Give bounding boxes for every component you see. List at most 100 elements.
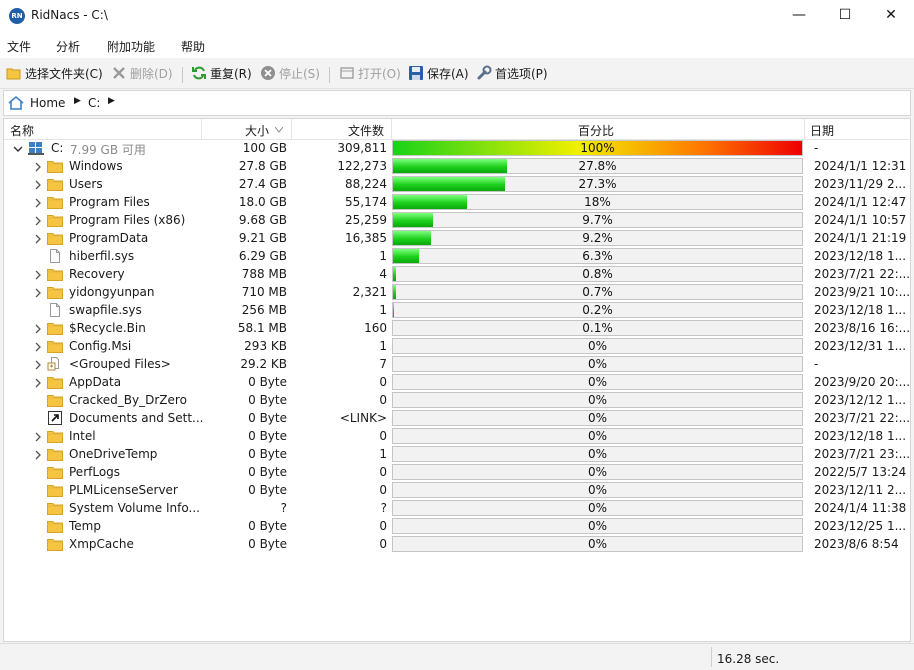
expand-chevron-icon[interactable] [33, 179, 43, 190]
tree-row[interactable]: Documents and Sett... 0 Byte <LINK> 0% 2023/… [4, 409, 910, 427]
options-button[interactable]: 首选项(P) [476, 65, 548, 83]
percent-label: 100% [580, 141, 615, 155]
column-divider[interactable] [804, 119, 805, 139]
tree-row[interactable]: Cracked_By_DrZero 0 Byte 0 0% 2023/12/12 1..… [4, 391, 910, 409]
percent-label: 18% [584, 195, 611, 209]
breadcrumb-chevron-icon[interactable]: ▶ [74, 96, 81, 106]
item-size: 710 MB [241, 285, 287, 299]
column-size[interactable]: 大小 [245, 122, 269, 139]
breadcrumb-drive[interactable]: C: [88, 96, 100, 110]
tree-row[interactable]: AppData 0 Byte 0 0% 2023/9/20 20:... [4, 373, 910, 391]
folder-icon [47, 267, 63, 281]
tree-row[interactable]: XmpCache 0 Byte 0 0% 2023/8/6 8:54 [4, 535, 910, 553]
delete-label: 删除(D) [130, 67, 173, 81]
percent-bar: 0% [392, 446, 803, 462]
expand-chevron-icon[interactable] [33, 161, 43, 172]
minimize-button[interactable]: — [776, 0, 822, 32]
column-percent[interactable]: 百分比 [578, 122, 614, 139]
delete-x-icon [113, 67, 125, 79]
address-bar[interactable]: Home ▶ C: ▶ [3, 90, 911, 116]
folder-icon [47, 483, 63, 497]
column-divider[interactable] [201, 119, 202, 139]
toolbar-separator [329, 67, 330, 83]
folder-icon [47, 375, 63, 389]
tree-row[interactable]: Temp 0 Byte 0 0% 2023/12/25 1... [4, 517, 910, 535]
tree-row[interactable]: PLMLicenseServer 0 Byte 0 0% 2023/12/11 2... [4, 481, 910, 499]
tree-row[interactable]: Windows 27.8 GB 122,273 27.8% 2024/1/1 12:31 [4, 157, 910, 175]
item-size: 100 GB [242, 141, 287, 155]
item-file-count: 88,224 [345, 177, 387, 191]
expand-chevron-icon[interactable] [33, 341, 43, 352]
tree-row[interactable]: hiberfil.sys 6.29 GB 1 6.3% 2023/12/18 1... [4, 247, 910, 265]
menu-file[interactable]: 文件 [7, 38, 31, 55]
save-button[interactable]: 保存(A) [408, 65, 469, 83]
maximize-button[interactable]: ☐ [822, 0, 868, 32]
percent-label: 0% [587, 393, 608, 407]
expand-chevron-icon[interactable] [33, 359, 43, 370]
expand-chevron-icon[interactable] [33, 197, 43, 208]
column-date[interactable]: 日期 [810, 122, 834, 139]
expand-chevron-icon[interactable] [33, 287, 43, 298]
column-divider[interactable] [291, 119, 292, 139]
tree-row[interactable]: Recovery 788 MB 4 0.8% 2023/7/21 22:... [4, 265, 910, 283]
item-name: System Volume Info... [69, 501, 200, 515]
tree-row[interactable]: Program Files (x86) 9.68 GB 25,259 9.7% 2024… [4, 211, 910, 229]
menu-addons[interactable]: 附加功能 [107, 38, 155, 55]
home-icon[interactable] [8, 95, 24, 111]
item-file-count: 0 [379, 537, 387, 551]
toolbar-separator [182, 67, 183, 83]
tree-row[interactable]: Intel 0 Byte 0 0% 2023/12/18 1... [4, 427, 910, 445]
stop-button[interactable]: 停止(S) [260, 65, 320, 83]
item-file-count: 2,321 [352, 285, 387, 299]
item-file-count: 0 [379, 483, 387, 497]
item-name: <Grouped Files> [69, 357, 171, 371]
delete-button[interactable]: 删除(D) [111, 65, 173, 83]
item-size: 0 Byte [248, 519, 287, 533]
expand-chevron-icon[interactable] [33, 233, 43, 244]
options-label: 首选项(P) [495, 67, 548, 81]
tree-row-root[interactable]: C: 7.99 GB 可用 100 GB 309,811 100% - [4, 139, 910, 157]
drive-free-space: 7.99 GB 可用 [70, 143, 146, 157]
folder-icon [47, 231, 63, 245]
item-size: 27.4 GB [238, 177, 287, 191]
expand-chevron-icon[interactable] [33, 377, 43, 388]
item-file-count: 0 [379, 429, 387, 443]
menu-bar: 文件 分析 附加功能 帮助 [0, 32, 914, 58]
tree-row[interactable]: swapfile.sys 256 MB 1 0.2% 2023/12/18 1... [4, 301, 910, 319]
tree-row[interactable]: $Recycle.Bin 58.1 MB 160 0.1% 2023/8/16 16:.… [4, 319, 910, 337]
tree-row[interactable]: <Grouped Files> 29.2 KB 7 0% - [4, 355, 910, 373]
menu-help[interactable]: 帮助 [181, 38, 205, 55]
expand-chevron-icon[interactable] [33, 449, 43, 460]
close-button[interactable]: ✕ [868, 0, 914, 32]
file-tree-list[interactable]: 名称 大小 文件数 百分比 日期 C: 7.99 GB 可用 100 GB 309,8… [3, 118, 911, 642]
expand-chevron-icon[interactable] [33, 431, 43, 442]
breadcrumb-home[interactable]: Home [30, 96, 65, 110]
open-button[interactable]: 打开(O) [339, 65, 401, 83]
tree-row[interactable]: Users 27.4 GB 88,224 27.3% 2023/11/29 2... [4, 175, 910, 193]
select-folder-button[interactable]: 选择文件夹(C) [6, 65, 103, 83]
expand-chevron-icon[interactable] [33, 269, 43, 280]
column-files[interactable]: 文件数 [348, 122, 384, 139]
tree-row[interactable]: OneDriveTemp 0 Byte 1 0% 2023/7/21 23:... [4, 445, 910, 463]
tree-row[interactable]: yidongyunpan 710 MB 2,321 0.7% 2023/9/21 10:… [4, 283, 910, 301]
tree-row[interactable]: ProgramData 9.21 GB 16,385 9.2% 2024/1/1 21:… [4, 229, 910, 247]
percent-bar: 100% [392, 140, 803, 156]
column-divider[interactable] [391, 119, 392, 139]
item-size: 0 Byte [248, 375, 287, 389]
tree-row[interactable]: Program Files 18.0 GB 55,174 18% 2024/1/1 12… [4, 193, 910, 211]
tree-row[interactable]: System Volume Info...?? 0% 2024/1/4 11:38 [4, 499, 910, 517]
item-size: 27.8 GB [238, 159, 287, 173]
expand-chevron-icon[interactable] [33, 215, 43, 226]
tree-row[interactable]: Config.Msi 293 KB 1 0% 2023/12/31 1... [4, 337, 910, 355]
tree-row[interactable]: PerfLogs 0 Byte 0 0% 2022/5/7 13:24 [4, 463, 910, 481]
column-name[interactable]: 名称 [10, 122, 34, 139]
rescan-button[interactable]: 重复(R) [191, 65, 252, 83]
percent-label: 0% [587, 411, 608, 425]
expand-chevron-icon[interactable] [33, 323, 43, 334]
collapse-chevron-icon[interactable] [13, 143, 23, 153]
breadcrumb-chevron-icon[interactable]: ▶ [108, 96, 115, 106]
folder-icon [47, 159, 63, 173]
percent-bar: 27.3% [392, 176, 803, 192]
menu-analyze[interactable]: 分析 [56, 38, 80, 55]
percent-label: 0% [587, 429, 608, 443]
